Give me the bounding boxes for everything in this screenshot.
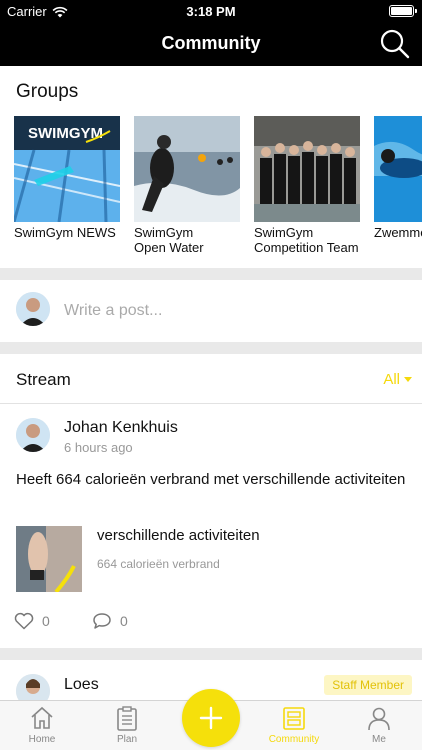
group-card-open-water[interactable]: SwimGym Open Water [134, 116, 240, 255]
tab-label: Plan [116, 734, 137, 745]
post-author[interactable]: Johan Kenkhuis [64, 419, 178, 437]
heart-icon [14, 612, 34, 630]
tab-plan[interactable]: Plan [92, 705, 162, 745]
stream-title: Stream [16, 370, 71, 389]
pool-image: SWIMGYM [14, 116, 120, 222]
clock: 3:18 PM [186, 4, 236, 19]
post-author[interactable]: Loes [64, 676, 99, 694]
activity-subtitle: 664 calorieën verbrand [97, 557, 220, 571]
post-timestamp: 6 hours ago [64, 440, 133, 455]
avatar [16, 292, 50, 326]
group-card-competition-team[interactable]: SwimGym Competition Team [254, 116, 360, 255]
group-thumbnail [374, 116, 422, 222]
write-post-input[interactable]: Write a post... [64, 302, 162, 320]
group-label-line1: SwimGym [254, 225, 314, 240]
home-icon [31, 706, 53, 729]
comment-count: 0 [120, 613, 128, 629]
group-label-line2: Open Water [134, 240, 204, 255]
group-thumbnail [254, 116, 360, 222]
person-icon [368, 707, 390, 731]
groups-section: Groups SWIMGYM SwimGym NEWS SwimGym Open… [0, 66, 422, 268]
tab-label: Me [372, 734, 386, 745]
group-thumbnail [134, 116, 240, 222]
tab-community[interactable]: Community [259, 705, 329, 745]
group-label: SwimGym Competition Team [254, 225, 360, 255]
group-label-line2: Competition Team [254, 240, 359, 255]
open-water-image [134, 116, 240, 222]
comment-button[interactable]: 0 [92, 612, 128, 630]
tab-me[interactable]: Me [344, 705, 414, 745]
chevron-down-icon [404, 377, 412, 382]
groups-title: Groups [16, 81, 79, 102]
clipboard-icon [117, 706, 137, 731]
group-card-swimgym-news[interactable]: SWIMGYM SwimGym NEWS [14, 116, 120, 240]
status-bar: Carrier 3:18 PM [0, 0, 422, 22]
activity-thumbnail[interactable] [16, 526, 82, 592]
filter-label: All [383, 371, 400, 388]
post-composer[interactable]: Write a post... [0, 280, 422, 342]
tab-label: Home [28, 734, 56, 745]
plus-icon [199, 706, 223, 730]
group-label-line1: SwimGym [134, 225, 194, 240]
stream-header: Stream All [0, 354, 422, 404]
stream-filter-dropdown[interactable]: All [383, 371, 412, 388]
team-photo-image [254, 116, 360, 222]
add-post-button[interactable] [182, 689, 240, 747]
swimmer-image [374, 116, 422, 222]
activity-title[interactable]: verschillende activiteiten [97, 527, 260, 544]
stream-post: Johan Kenkhuis 6 hours ago Heeft 664 cal… [0, 404, 422, 648]
like-button[interactable]: 0 [14, 612, 50, 630]
tab-home[interactable]: Home [7, 705, 77, 745]
post-text: Heeft 664 calorieën verbrand met verschi… [16, 471, 406, 488]
search-icon[interactable] [378, 27, 412, 61]
group-label: Zwemmen [374, 225, 422, 240]
navigation-bar: Community [0, 22, 422, 66]
group-thumbnail: SWIMGYM [14, 116, 120, 222]
like-count: 0 [42, 613, 50, 629]
status-badge: Staff Member [324, 675, 412, 695]
comment-bubble-icon [93, 613, 111, 629]
battery-icon [389, 5, 417, 17]
group-label: SwimGym NEWS [14, 225, 116, 240]
group-card-zwemmen[interactable]: Zwemmen [374, 116, 422, 240]
community-icon [283, 707, 305, 730]
avatar[interactable] [16, 418, 50, 452]
group-label: SwimGym Open Water [134, 225, 240, 255]
tab-label: Community [268, 734, 320, 745]
page-title: Community [161, 33, 261, 53]
